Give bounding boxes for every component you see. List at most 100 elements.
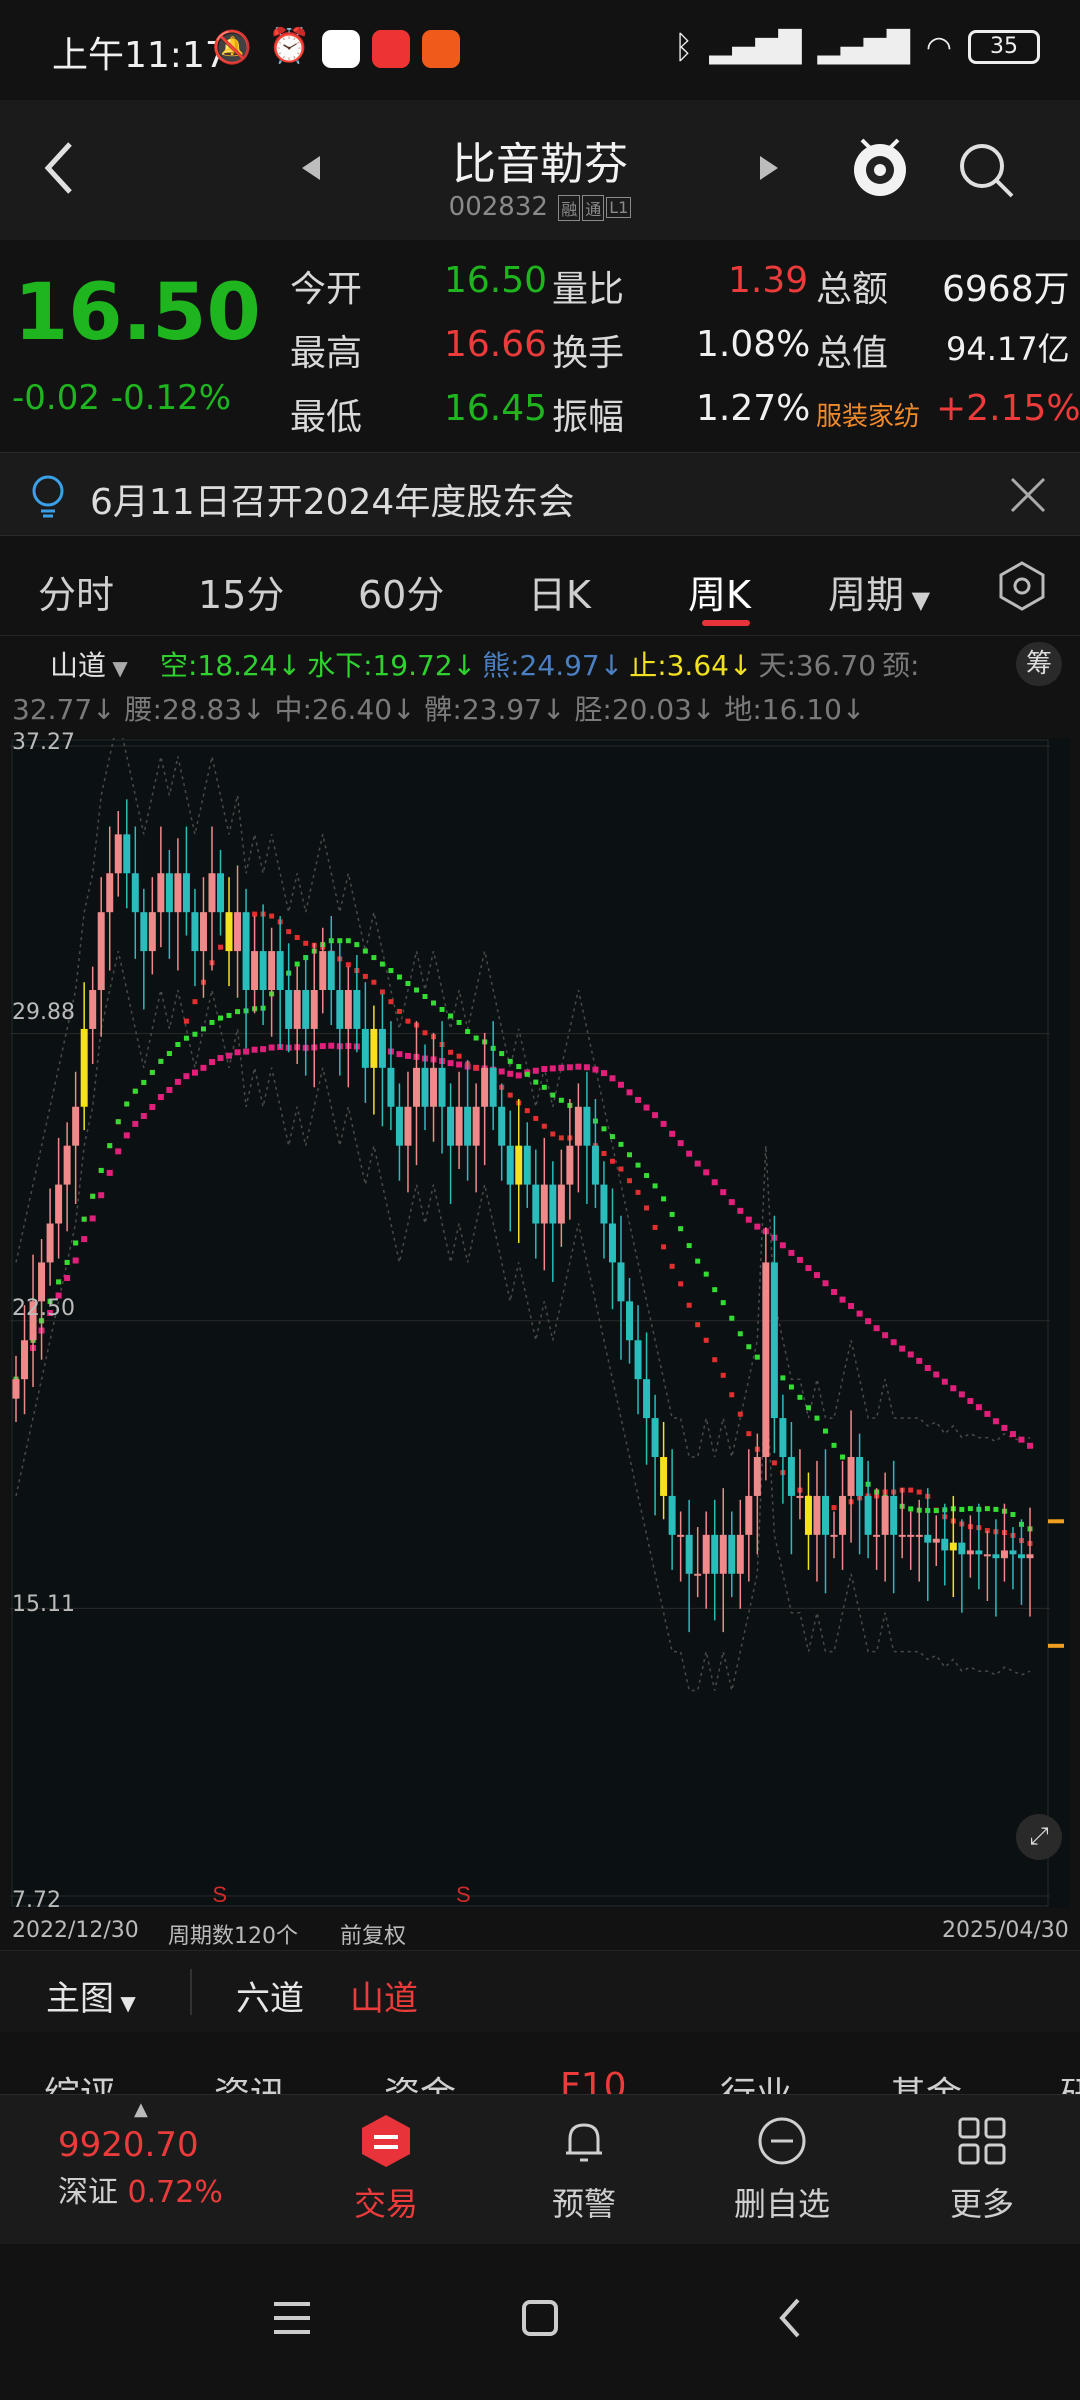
signal-icon: ▂▄▆█	[817, 29, 910, 65]
next-stock-icon[interactable]	[758, 154, 780, 186]
amplitude-value: 1.27%	[696, 388, 811, 429]
ma-pink-point	[106, 1169, 113, 1176]
ma-green-point	[644, 1173, 650, 1179]
tab-news[interactable]: 资讯	[214, 2066, 286, 2094]
candle-body	[1009, 1550, 1017, 1555]
ma-red-point	[192, 999, 198, 1005]
ma-red-point	[448, 1049, 454, 1055]
expand-icon[interactable]: ⤢	[1016, 1814, 1062, 1860]
ma-pink-point	[941, 1378, 948, 1385]
search-icon[interactable]	[956, 140, 1016, 204]
home-icon[interactable]	[520, 2298, 560, 2342]
y-axis-label: 22.50	[12, 1296, 75, 1321]
app-notification-icon	[372, 30, 410, 68]
ma-red-point	[831, 1505, 837, 1511]
ma-red-point	[286, 929, 292, 935]
tab-industry[interactable]: 行业	[720, 2066, 792, 2094]
candle-body	[97, 912, 105, 991]
industry-change: +2.15%	[936, 388, 1080, 429]
nav-trade[interactable]: 交易	[306, 2113, 466, 2225]
candle-body	[924, 1534, 932, 1543]
tab-timeshare[interactable]: 分时	[38, 564, 114, 619]
y-axis-label-bottom: 7.72	[12, 1888, 61, 1913]
candle-body	[677, 1534, 685, 1537]
candle-body	[319, 951, 327, 991]
ma-pink-point	[609, 1075, 616, 1082]
ma-red-point	[550, 1131, 556, 1137]
ma-green-point	[601, 1126, 607, 1132]
candle-body	[523, 1145, 531, 1185]
candle-body	[114, 834, 122, 874]
ma-green-point	[524, 1071, 530, 1077]
settings-hexagon-icon[interactable]	[998, 560, 1046, 616]
candle-body	[591, 1145, 599, 1185]
tab-weekly[interactable]: 周K	[688, 564, 751, 619]
x-axis-start-date: 2022/12/30	[12, 1918, 139, 1943]
back-nav-icon[interactable]	[776, 2296, 804, 2344]
notice-bar[interactable]: 6月11日召开2024年度股东会	[0, 452, 1080, 536]
tab-15min[interactable]: 15分	[198, 564, 284, 619]
ma-red-point	[729, 1392, 735, 1398]
ma-green-point	[558, 1097, 564, 1103]
chip-distribution-button[interactable]: 筹	[1016, 642, 1062, 686]
candle-body	[165, 873, 173, 913]
tab-research[interactable]: 研	[1060, 2066, 1080, 2094]
candle-body	[796, 1495, 804, 1498]
y-axis-label: 15.11	[12, 1592, 75, 1617]
candle-body	[932, 1538, 940, 1543]
ma-green-point	[192, 1031, 198, 1037]
close-icon[interactable]	[1008, 475, 1048, 519]
ma-pink-point	[157, 1094, 164, 1101]
main-chart-selector[interactable]: 主图 ▼	[46, 1971, 136, 2020]
ma-green-point	[141, 1079, 147, 1085]
candle-body	[447, 1106, 455, 1146]
ma-green-point	[814, 1415, 820, 1421]
tab-overview[interactable]: 综评	[44, 2066, 116, 2094]
candle-body	[157, 873, 165, 913]
candle-body	[804, 1495, 812, 1535]
ma-pink-point	[617, 1081, 624, 1088]
ma-green-point	[729, 1315, 735, 1321]
candle-body	[191, 912, 199, 952]
indicator-selector[interactable]: 山道 ▼	[50, 644, 128, 684]
tab-funds[interactable]: 资金	[384, 2066, 456, 2094]
ma-green-point	[81, 1216, 87, 1222]
ma-red-point	[703, 1337, 709, 1343]
ma-green-point	[993, 1506, 999, 1512]
candle-body	[992, 1554, 1000, 1559]
tab-fund[interactable]: 基金	[890, 2066, 962, 2094]
ma-green-point	[788, 1384, 794, 1390]
ma-red-point	[405, 1018, 411, 1024]
tab-daily[interactable]: 日K	[528, 564, 591, 619]
ma-green-point	[388, 968, 394, 974]
ma-green-point	[507, 1058, 513, 1064]
ma-green-point	[805, 1405, 811, 1411]
nav-more[interactable]: 更多	[902, 2113, 1062, 2225]
ma-pink-point	[226, 1052, 233, 1059]
assistant-icon[interactable]	[848, 134, 912, 208]
ma-green-point	[439, 1006, 445, 1012]
nav-alert[interactable]: 预警	[504, 2113, 664, 2225]
ma-red-point	[422, 1030, 428, 1036]
tab-f10[interactable]: F10	[560, 2066, 627, 2094]
open-label: 今开	[290, 269, 363, 310]
option-liudao[interactable]: 六道	[236, 1971, 304, 2020]
y-axis-label: 29.88	[12, 1000, 75, 1025]
ma-pink-point	[967, 1398, 974, 1405]
candlestick-chart[interactable]: SS 37.27 29.88 22.50 15.11 7.72 2022/12/…	[10, 730, 1070, 1949]
status-time: 上午11:17	[52, 35, 228, 76]
ma-green-point	[226, 1012, 232, 1018]
ma-pink-point	[788, 1249, 795, 1256]
candle-body	[830, 1534, 838, 1537]
option-shandao[interactable]: 山道	[350, 1971, 418, 2020]
candle-body	[736, 1534, 744, 1574]
industry-link[interactable]: 服装家纺	[816, 396, 920, 433]
amplitude-label: 振幅	[552, 397, 625, 438]
tab-60min[interactable]: 60分	[358, 564, 444, 619]
ma-pink-point	[975, 1404, 982, 1411]
nav-remove-watchlist[interactable]: 删自选	[702, 2113, 862, 2225]
tab-period[interactable]: 周期 ▼	[828, 564, 930, 619]
menu-icon[interactable]	[272, 2300, 312, 2340]
ma-red-point	[686, 1302, 692, 1308]
index-widget[interactable]: 9920.70 深证 0.72%	[58, 2125, 223, 2211]
